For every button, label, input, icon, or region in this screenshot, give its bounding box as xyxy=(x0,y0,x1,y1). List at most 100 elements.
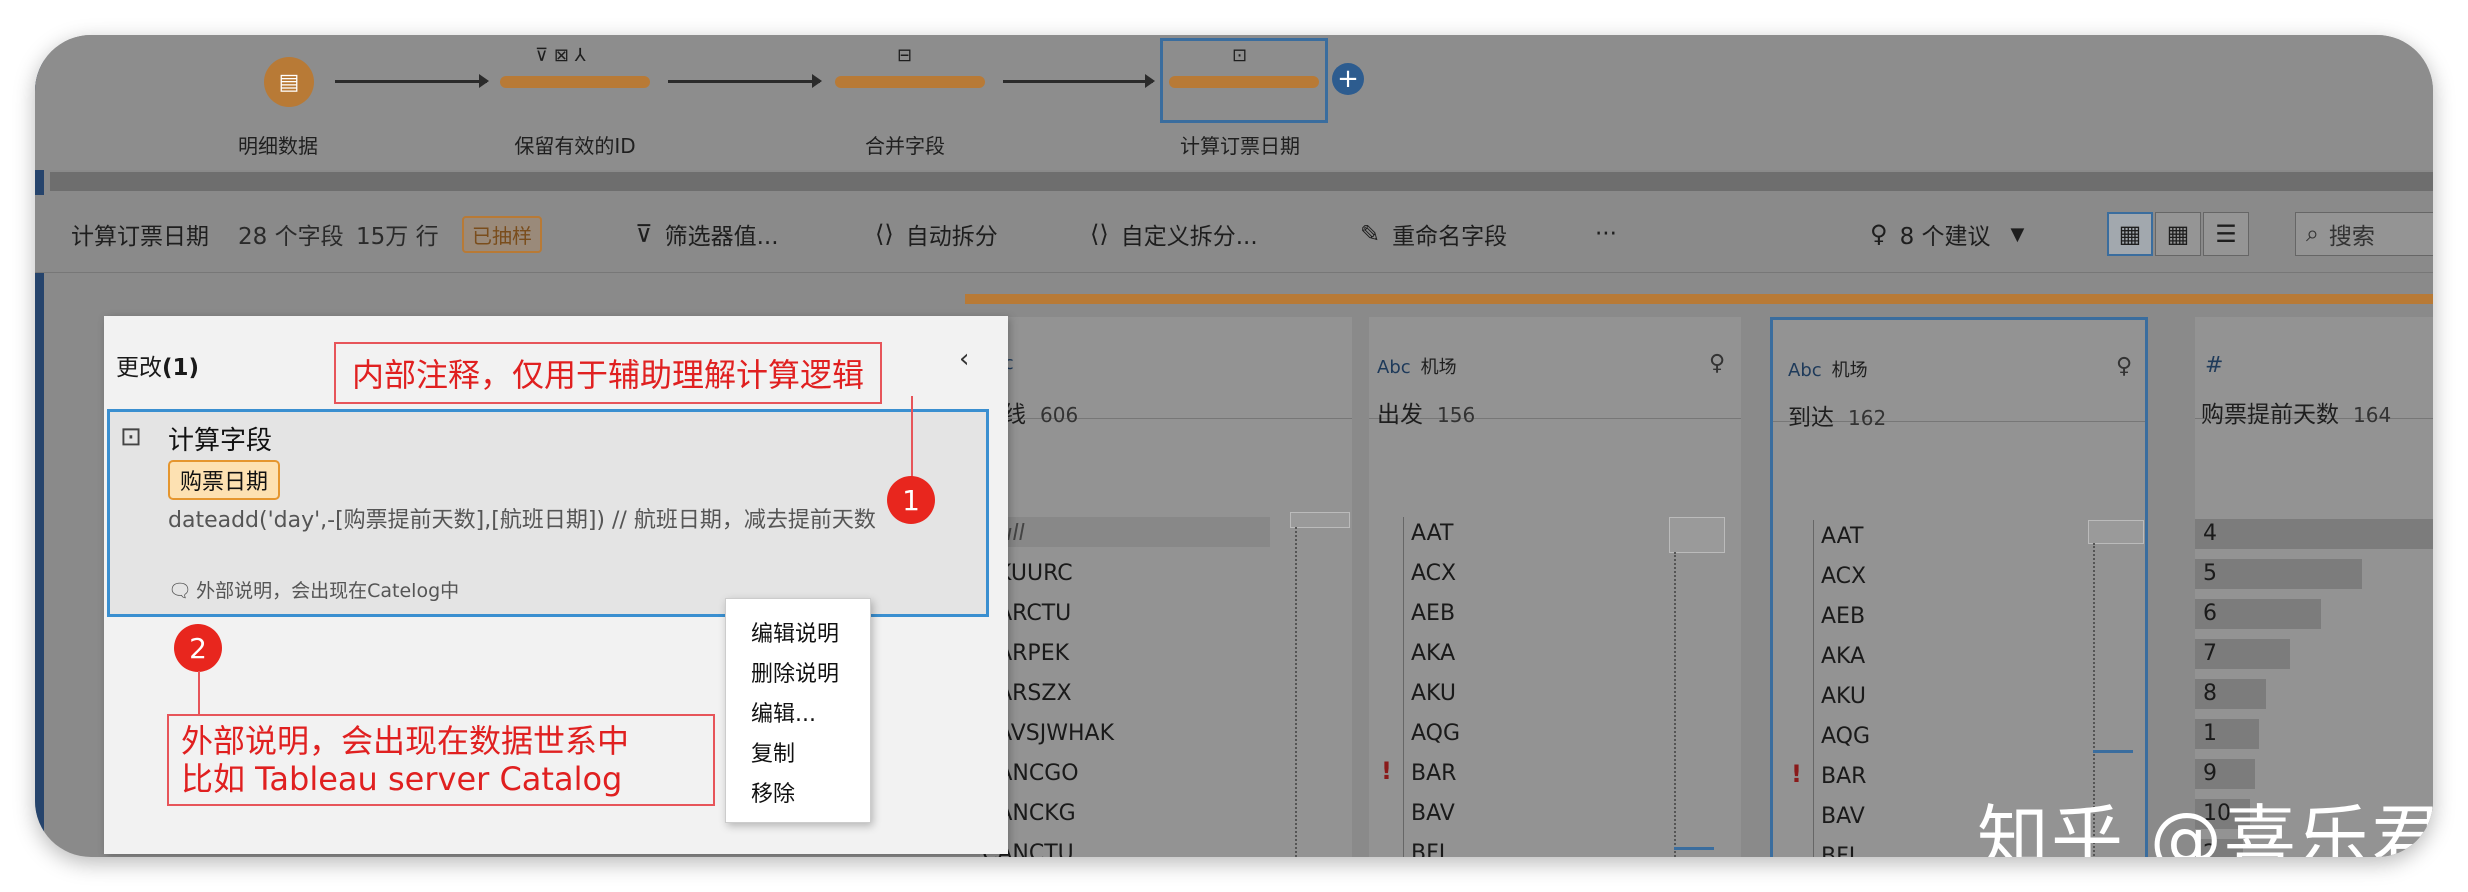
column-count: 162 xyxy=(1848,406,1887,430)
column-airline-route[interactable]: Abc 航线606 NullAKUURCBARCTUBARPEKBARSZXBA… xyxy=(980,317,1352,857)
rename-field-button[interactable]: ✎ 重命名字段 xyxy=(1360,195,1507,273)
column-title-text: 到达 xyxy=(1788,405,1834,431)
external-description[interactable]: 🗨 外部说明，会出现在Catelog中 xyxy=(168,576,459,603)
calculated-field-icon: ⊡ xyxy=(120,422,142,452)
column-value[interactable]: 7 xyxy=(2203,641,2217,666)
flow-node-label-3[interactable]: 合并字段 xyxy=(865,130,945,159)
lightbulb-icon[interactable]: ♀ xyxy=(2116,354,2132,379)
column-value[interactable]: AEB xyxy=(1821,604,1865,629)
column-value[interactable]: 1 xyxy=(2203,721,2217,746)
annotation-callout-external: 外部说明，会出现在数据世系中 比如 Tableau server Catalog xyxy=(167,714,715,806)
column-type: Abc xyxy=(1377,357,1411,378)
column-header[interactable]: Abc 机场 ♀ 到达 162 xyxy=(1773,320,2145,431)
column-value[interactable]: BAR xyxy=(1411,761,1456,786)
change-item-calculated-field[interactable]: ⊡ 计算字段 购票日期 dateadd('day',-[购票提前天数],[航班日… xyxy=(107,409,989,617)
field-count: 28 个字段 xyxy=(238,224,344,250)
filter-icon[interactable]: ⊽ ⊠ ⅄ xyxy=(535,45,586,66)
value-bar[interactable] xyxy=(2195,519,2433,549)
formula-text: dateadd('day',-[购票提前天数],[航班日期]) // 航班日期，… xyxy=(168,508,876,533)
changes-panel: 更改(1) ‹ ⊡ 计算字段 购票日期 dateadd('day',-[购票提前… xyxy=(104,316,1008,854)
changes-title-text: 更改 xyxy=(116,355,162,381)
merge-icon[interactable]: ⊟ xyxy=(897,45,912,66)
flow-node-label-2[interactable]: 保留有效的ID xyxy=(514,130,635,159)
annotation-badge-2: 2 xyxy=(174,624,222,672)
column-value[interactable]: AEB xyxy=(1411,601,1455,626)
suggestions-button[interactable]: ♀ 8 个建议 ▼ xyxy=(1870,195,2024,273)
string-type-icon: Abc 机场 xyxy=(1377,353,1457,379)
column-value[interactable]: AAT xyxy=(1821,524,1863,549)
column-value[interactable]: ACX xyxy=(1821,564,1866,589)
column-value[interactable]: 5 xyxy=(2203,561,2217,586)
search-input[interactable]: ⌕ 搜索 xyxy=(2295,212,2433,256)
chevron-down-icon: ▼ xyxy=(2010,223,2025,245)
column-value[interactable]: 8 xyxy=(2203,681,2217,706)
rename-field-label: 重命名字段 xyxy=(1392,224,1508,250)
collapse-panel-icon[interactable]: ‹ xyxy=(959,344,969,374)
column-value[interactable]: BAV xyxy=(1821,804,1865,829)
column-arrival[interactable]: Abc 机场 ♀ 到达 162 ! AAT ACX AEB AKA AKU AQG BAR BAV… xyxy=(1770,317,2148,857)
context-menu: 编辑说明 删除说明 编辑... 复制 移除 xyxy=(725,598,871,823)
column-value[interactable]: AQG xyxy=(1821,724,1870,749)
flow-node-pill-4[interactable] xyxy=(1169,76,1319,88)
column-value[interactable]: BFJ xyxy=(1411,841,1445,857)
string-type-icon: Abc 机场 xyxy=(1788,356,1868,382)
comment-icon: 🗨 xyxy=(168,580,193,602)
warning-icon: ! xyxy=(1791,760,1802,788)
column-departure[interactable]: Abc 机场 ♀ 出发 156 ! AAT ACX AEB AKA AKU AQG BAR BAV… xyxy=(1369,317,1741,857)
column-value[interactable]: ACX xyxy=(1411,561,1456,586)
column-value[interactable]: 6 xyxy=(2203,601,2217,626)
column-value[interactable]: BFJ xyxy=(1821,844,1855,857)
column-header[interactable]: # 购票提前天数 164 xyxy=(2195,317,2433,428)
menu-item-remove[interactable]: 移除 xyxy=(726,775,870,815)
lightbulb-icon[interactable]: ♀ xyxy=(1709,351,1725,376)
menu-item-delete-description[interactable]: 删除说明 xyxy=(726,655,870,695)
menu-item-duplicate[interactable]: 复制 xyxy=(726,735,870,775)
field-name-tag[interactable]: 购票日期 xyxy=(168,460,281,500)
annotation-badge-1: 1 xyxy=(887,476,935,524)
column-title: 出发 156 xyxy=(1377,395,1475,429)
flow-node-pill-3[interactable] xyxy=(835,76,985,88)
changes-panel-title: 更改(1) xyxy=(116,348,199,382)
filter-icon: ⊽ xyxy=(635,220,653,248)
flow-canvas: ▤ 明细数据 ⊽ ⊠ ⅄ 保留有效的ID ⊟ 合并字段 ⊡ 计算订票日期 + xyxy=(35,35,2433,170)
column-value[interactable]: AKA xyxy=(1411,641,1455,666)
custom-split-label: 自定义拆分... xyxy=(1120,224,1258,250)
flow-node-label-1[interactable]: 明细数据 xyxy=(238,130,318,159)
sparkline-mark xyxy=(1674,847,1714,850)
column-value[interactable]: AKA xyxy=(1821,644,1865,669)
column-advance-days[interactable]: # 购票提前天数 164 4 5 6 7 8 1 9 10 2 xyxy=(2195,317,2433,857)
menu-item-edit[interactable]: 编辑... xyxy=(726,695,870,735)
flow-node-label-4[interactable]: 计算订票日期 xyxy=(1180,130,1300,159)
list-view-button[interactable]: ▦ xyxy=(2155,212,2201,256)
value-bar[interactable] xyxy=(2195,559,2362,589)
more-button[interactable]: ··· xyxy=(1595,195,1617,273)
filter-values-button[interactable]: ⊽ 筛选器值... xyxy=(635,195,779,273)
add-step-button[interactable]: + xyxy=(1332,63,1364,95)
auto-split-button[interactable]: ⟨⟩ 自动拆分 xyxy=(875,195,998,273)
profile-view-button[interactable]: ▦ xyxy=(2107,212,2153,256)
sampled-badge[interactable]: 已抽样 xyxy=(462,215,542,253)
column-header[interactable]: Abc 航线606 xyxy=(980,317,1352,428)
column-role: 机场 xyxy=(1831,360,1868,381)
column-header[interactable]: Abc 机场 ♀ 出发 156 xyxy=(1369,317,1741,428)
column-value[interactable]: BAR xyxy=(1821,764,1866,789)
annotation-callout-internal: 内部注释，仅用于辅助理解计算逻辑 xyxy=(334,342,883,404)
menu-item-edit-description[interactable]: 编辑说明 xyxy=(726,615,870,655)
auto-split-label: 自动拆分 xyxy=(905,224,998,250)
document-icon[interactable]: ▤ xyxy=(264,57,314,107)
column-value[interactable]: AKU xyxy=(1821,684,1866,709)
column-title-text: 出发 xyxy=(1377,402,1423,428)
column-value[interactable]: AAT xyxy=(1411,521,1453,546)
app-window: ▤ 明细数据 ⊽ ⊠ ⅄ 保留有效的ID ⊟ 合并字段 ⊡ 计算订票日期 + 计… xyxy=(35,35,2433,857)
filter-values-label: 筛选器值... xyxy=(664,224,779,250)
column-value[interactable]: AKU xyxy=(1411,681,1456,706)
column-value[interactable]: AQG xyxy=(1411,721,1460,746)
data-grid-button[interactable]: ☰ xyxy=(2203,212,2249,256)
custom-split-icon: ⟨⟩ xyxy=(1090,220,1109,248)
row-count: 15万 行 xyxy=(356,224,439,250)
column-value[interactable]: BAV xyxy=(1411,801,1455,826)
flow-node-pill-2[interactable] xyxy=(500,76,650,88)
custom-split-button[interactable]: ⟨⟩ 自定义拆分... xyxy=(1090,195,1258,273)
column-value[interactable]: 4 xyxy=(2203,521,2217,546)
split-icon: ⟨⟩ xyxy=(875,220,894,248)
